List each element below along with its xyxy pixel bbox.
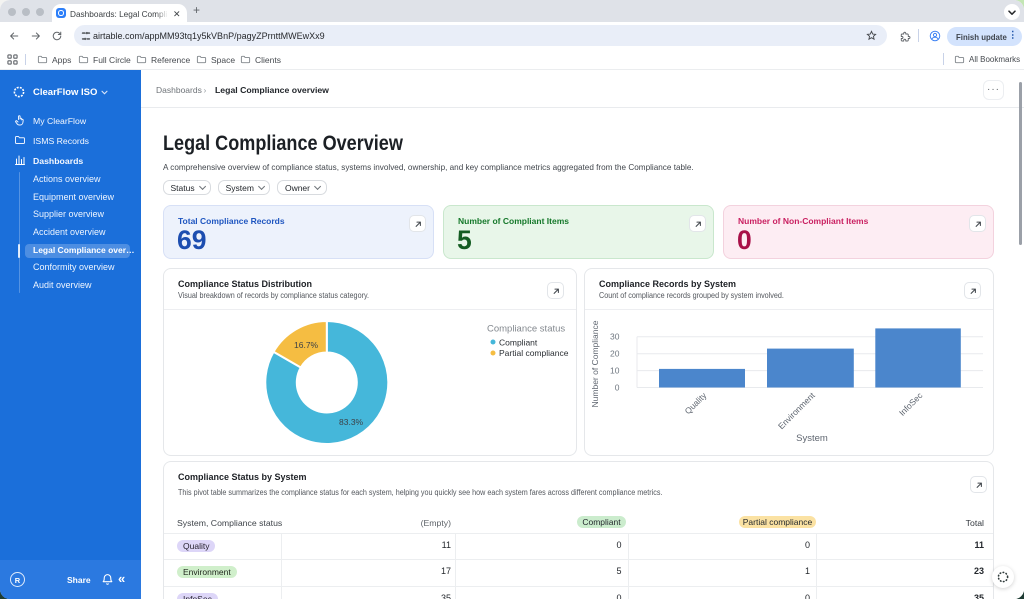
- svg-text:Quality: Quality: [683, 390, 709, 416]
- svg-text:Compliant: Compliant: [499, 338, 538, 348]
- svg-text:Number of Compliance: Number of Compliance: [590, 320, 600, 407]
- svg-text:83.3%: 83.3%: [339, 417, 364, 427]
- svg-text:System: System: [796, 433, 828, 444]
- svg-text:Compliance status: Compliance status: [487, 324, 565, 335]
- svg-text:Partial compliance: Partial compliance: [499, 348, 569, 358]
- svg-text:16.7%: 16.7%: [294, 340, 319, 350]
- svg-text:Environment: Environment: [776, 390, 817, 431]
- svg-text:10: 10: [610, 365, 620, 375]
- svg-text:InfoSec: InfoSec: [897, 390, 925, 418]
- svg-text:0: 0: [615, 382, 620, 392]
- svg-text:30: 30: [610, 332, 620, 342]
- svg-text:20: 20: [610, 349, 620, 359]
